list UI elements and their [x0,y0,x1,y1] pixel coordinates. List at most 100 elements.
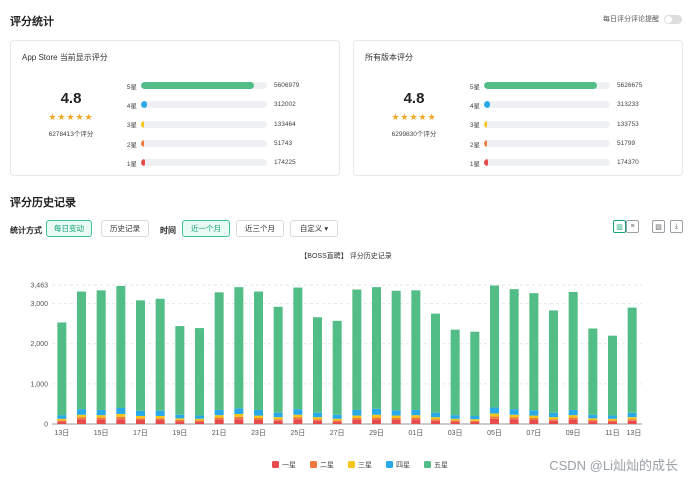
bar-segment[interactable] [608,418,617,421]
bar-segment[interactable] [96,409,106,416]
bar-segment[interactable] [77,291,86,410]
bar-segment[interactable] [116,419,126,424]
bar-segment[interactable] [96,415,106,418]
bar-segment[interactable] [490,418,499,424]
bar-segment[interactable] [450,418,460,421]
bar-segment[interactable] [627,412,637,418]
bar-segment[interactable] [57,322,67,416]
bar-segment[interactable] [116,413,126,417]
bar-segment[interactable] [450,421,460,424]
bar-segment[interactable] [490,416,499,419]
bar-segment[interactable] [549,420,558,424]
bar-segment[interactable] [175,419,185,422]
bar-segment[interactable] [529,410,539,416]
bar-segment[interactable] [588,328,598,415]
bar-segment[interactable] [273,420,283,424]
bar-segment[interactable] [372,287,381,409]
bar-segment[interactable] [96,417,106,420]
bar-segment[interactable] [116,285,126,408]
bar-segment[interactable] [116,416,126,420]
bar-segment[interactable] [195,421,204,424]
list-icon[interactable]: ≡ [626,220,639,233]
bar-segment[interactable] [470,421,480,424]
bar-segment[interactable] [411,290,421,410]
bar-segment[interactable] [195,328,204,416]
bar-segment[interactable] [372,417,381,420]
bar-segment[interactable] [627,420,637,424]
bar-segment[interactable] [549,310,558,413]
bar-segment[interactable] [195,420,204,422]
bar-segment[interactable] [332,420,342,422]
bar-segment[interactable] [332,320,342,415]
legend-label[interactable]: 三星 [358,461,372,469]
legend-label[interactable]: 二星 [320,461,334,469]
bar-segment[interactable] [332,414,342,419]
legend-swatch[interactable] [272,461,279,468]
bar-segment[interactable] [273,412,283,418]
bar-segment[interactable] [529,417,539,420]
bar-segment[interactable] [293,414,303,418]
bar-segment[interactable] [254,419,263,424]
bar-segment[interactable] [627,417,637,420]
bar-segment[interactable] [175,418,185,420]
bar-segment[interactable] [77,419,86,424]
last-month-button[interactable]: 近一个月 [182,220,230,237]
bar-segment[interactable] [155,298,165,411]
bar-segment[interactable] [214,292,224,410]
bar-segment[interactable] [234,287,244,409]
bar-segment[interactable] [313,419,322,421]
bar-segment[interactable] [391,290,401,411]
bar-segment[interactable] [352,419,362,424]
bar-segment[interactable] [116,407,126,414]
bar-segment[interactable] [608,421,617,424]
bar-segment[interactable] [490,413,499,417]
last-three-months-button[interactable]: 近三个月 [236,220,284,237]
bar-segment[interactable] [77,417,86,420]
bar-segment[interactable] [431,420,440,424]
bar-segment[interactable] [411,417,421,420]
legend-swatch[interactable] [386,461,393,468]
bar-segment[interactable] [254,409,263,416]
bar-segment[interactable] [608,415,617,419]
bar-segment[interactable] [214,419,224,424]
bar-segment[interactable] [136,419,145,424]
bar-segment[interactable] [155,419,165,424]
bar-segment[interactable] [608,420,617,422]
bar-segment[interactable] [136,410,145,416]
bar-segment[interactable] [195,415,204,419]
bar-segment[interactable] [175,421,185,424]
bar-segment[interactable] [568,409,578,416]
bar-segment[interactable] [372,419,381,424]
bar-segment[interactable] [155,418,165,420]
bar-segment[interactable] [234,413,244,417]
bar-segment[interactable] [214,409,224,416]
bar-segment[interactable] [411,415,421,418]
bar-segment[interactable] [195,418,204,421]
bar-segment[interactable] [568,419,578,424]
legend-swatch[interactable] [310,461,317,468]
bar-segment[interactable] [96,290,106,410]
bar-segment[interactable] [450,329,460,416]
bar-segment[interactable] [175,414,185,419]
bar-segment[interactable] [431,417,440,420]
bar-segment[interactable] [509,289,519,410]
bar-segment[interactable] [57,415,67,419]
bar-segment[interactable] [313,317,322,413]
bar-segment[interactable] [391,417,401,420]
legend-label[interactable]: 四星 [396,461,410,469]
bar-segment[interactable] [77,409,86,415]
bar-segment[interactable] [313,417,322,420]
bar-segment[interactable] [509,417,519,420]
bar-segment[interactable] [450,420,460,422]
image-icon[interactable]: ▨ [652,220,665,233]
bar-segment[interactable] [411,419,421,424]
bar-segment[interactable] [391,415,401,418]
bar-segment[interactable] [57,420,67,422]
download-icon[interactable]: ⤓ [670,220,683,233]
legend-label[interactable]: 一星 [282,461,296,469]
bar-segment[interactable] [57,418,67,421]
bar-segment[interactable] [588,418,598,420]
bar-segment[interactable] [175,326,185,415]
bar-segment[interactable] [372,408,381,415]
bar-segment[interactable] [588,419,598,422]
